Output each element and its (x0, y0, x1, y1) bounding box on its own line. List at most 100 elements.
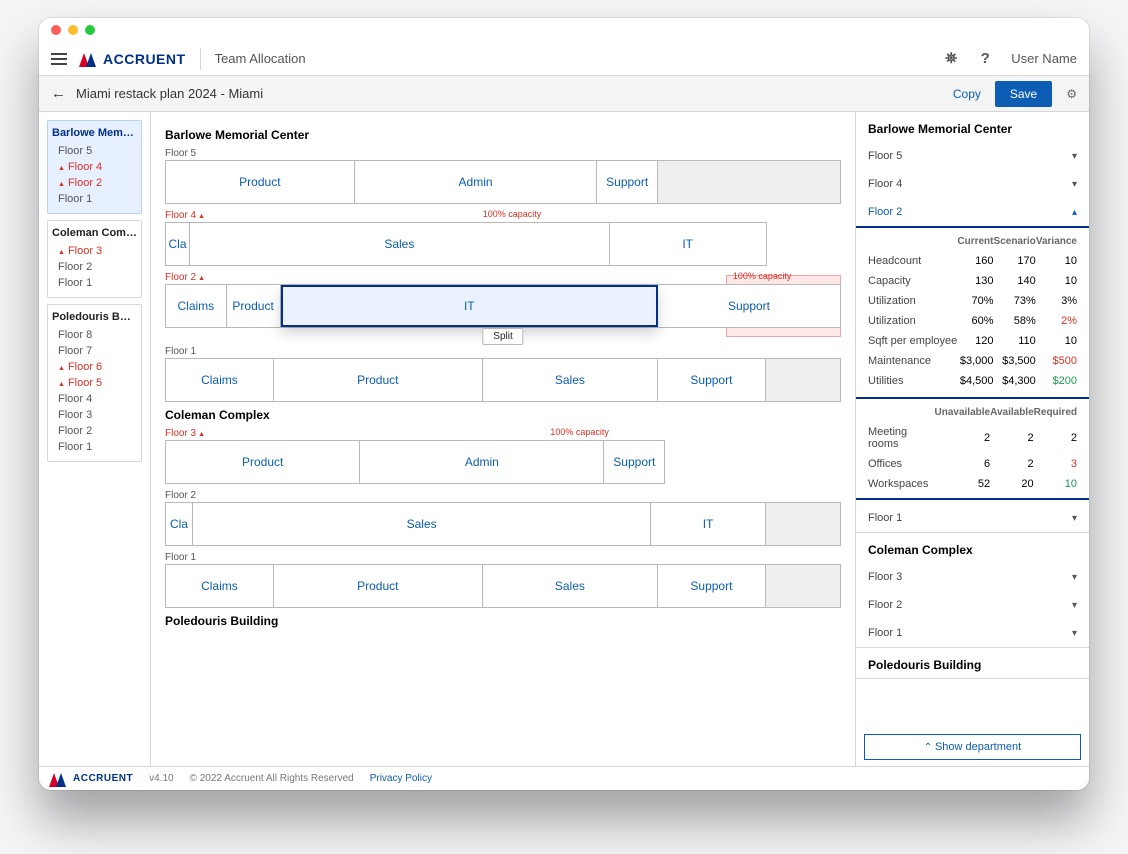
brand-text: ACCRUENT (103, 51, 186, 67)
footer-copyright: © 2022 Accruent All Rights Reserved (190, 773, 354, 784)
department-slot[interactable]: IT (281, 285, 658, 327)
panel-building-title: Barlowe Memorial Center (856, 112, 1089, 142)
department-slot[interactable]: Product (166, 441, 360, 483)
sidenav-floor[interactable]: Floor 5 (52, 143, 137, 159)
sidenav-floor[interactable]: Floor 1 (52, 275, 137, 291)
sidenav-floor[interactable]: Floor 8 (52, 327, 137, 343)
copy-button[interactable]: Copy (953, 87, 981, 101)
sidenav-floor[interactable]: Floor 2 (52, 259, 137, 275)
sidenav-floor[interactable]: Floor 2 (52, 423, 137, 439)
panel-floor-row[interactable]: Floor 5 (856, 142, 1089, 170)
department-slot[interactable]: Product (274, 565, 483, 607)
department-slot[interactable]: Claims (166, 285, 227, 327)
sidenav-floor[interactable]: Floor 4 (52, 391, 137, 407)
department-slot[interactable]: Admin (355, 161, 598, 203)
department-slot[interactable]: Support (658, 359, 766, 401)
brand-mark-icon (51, 771, 67, 787)
floor-label: Floor 3 (165, 428, 841, 439)
floor-row: ProductAdminSupport (165, 160, 841, 204)
panel-floor-row[interactable]: Floor 2 (856, 198, 1089, 228)
sidenav-floor[interactable]: Floor 5 (52, 375, 137, 391)
sidenav-floor[interactable]: Floor 3 (52, 407, 137, 423)
department-slot[interactable]: Admin (360, 441, 604, 483)
empty-slot (658, 161, 840, 203)
menu-icon[interactable] (51, 53, 67, 65)
floor-row: ClaSalesIT (165, 222, 767, 266)
department-slot[interactable]: IT (651, 503, 766, 545)
department-slot[interactable]: Support (658, 565, 766, 607)
department-slot[interactable]: Sales (190, 223, 610, 265)
split-button[interactable]: Split (482, 328, 523, 345)
department-slot[interactable]: Product (274, 359, 483, 401)
sidenav-floor[interactable]: Floor 4 (52, 159, 137, 175)
panel-building-title: Coleman Complex (856, 533, 1089, 563)
department-slot[interactable]: Support (604, 441, 664, 483)
department-slot[interactable]: Claims (166, 565, 274, 607)
user-name[interactable]: User Name (1011, 51, 1077, 66)
mac-min-icon[interactable] (68, 25, 78, 35)
sidenav-floor[interactable]: Floor 1 (52, 439, 137, 455)
module-title: Team Allocation (215, 51, 306, 66)
panel-floor-row[interactable]: Floor 1 (856, 504, 1089, 532)
sidenav-building[interactable]: Poledouris Building Floor 8Floor 7Floor 6… (47, 304, 142, 462)
department-slot[interactable]: Product (166, 161, 355, 203)
building-title: Poledouris Building (165, 614, 841, 628)
department-slot[interactable]: Sales (483, 359, 658, 401)
department-slot[interactable]: Product (227, 285, 281, 327)
breadcrumb: Miami restack plan 2024 - Miami (76, 86, 263, 101)
help-icon[interactable]: ? (977, 51, 993, 67)
sidenav-building[interactable]: Barlowe Memorial ...Floor 5Floor 4Floor … (47, 120, 142, 214)
sidenav-floor[interactable]: Floor 7 (52, 343, 137, 359)
mac-max-icon[interactable] (85, 25, 95, 35)
footer-logo: ACCRUENT (51, 771, 133, 787)
department-slot[interactable]: IT (610, 223, 766, 265)
empty-slot (766, 503, 840, 545)
department-slot[interactable]: Claims (166, 359, 274, 401)
sidenav-building-title: Coleman Complex (52, 227, 137, 239)
floor-row: ClaimsProductSalesSupport (165, 564, 841, 608)
sidenav-building-title: Barlowe Memorial ... (52, 127, 137, 139)
sidenav-floor[interactable]: Floor 3 (52, 243, 137, 259)
beacon-icon[interactable]: ⛯ (943, 51, 959, 67)
gear-icon[interactable]: ⚙ (1066, 87, 1077, 101)
panel-floor-row[interactable]: Floor 1 (856, 619, 1089, 647)
capacity-marker: 100% capacity (483, 209, 542, 219)
sidenav-floor[interactable]: Floor 2 (52, 175, 137, 191)
empty-slot (766, 565, 840, 607)
floor-row: ProductAdminSupport (165, 440, 665, 484)
panel-building-title: Poledouris Building (856, 648, 1089, 678)
brand-mark-icon (81, 51, 97, 67)
empty-slot (766, 359, 840, 401)
save-button[interactable]: Save (995, 81, 1052, 107)
panel-floor-row[interactable]: Floor 2 (856, 591, 1089, 619)
department-slot[interactable]: Cla (166, 223, 190, 265)
divider (200, 48, 201, 70)
sidenav-building[interactable]: Coleman Complex Floor 3Floor 2Floor 1 (47, 220, 142, 298)
brand-logo: ACCRUENT (81, 51, 186, 67)
building-title: Coleman Complex (165, 408, 841, 422)
sidenav-floor[interactable]: Floor 6 (52, 359, 137, 375)
mac-close-icon[interactable] (51, 25, 61, 35)
floor-label: Floor 5 (165, 148, 841, 159)
privacy-link[interactable]: Privacy Policy (370, 773, 432, 784)
footer-version: v4.10 (149, 773, 173, 784)
capacity-marker: 100% capacity (550, 427, 609, 437)
department-slot[interactable]: Sales (483, 565, 658, 607)
back-icon[interactable]: ← (51, 85, 66, 102)
right-panel: Barlowe Memorial CenterFloor 5Floor 4Flo… (855, 112, 1089, 766)
department-slot[interactable]: Cla (166, 503, 193, 545)
sidenav-floor[interactable]: Floor 1 (52, 191, 137, 207)
floor-row: ClaimsProductITSupport (165, 284, 841, 328)
building-title: Barlowe Memorial Center (165, 128, 841, 142)
floor-row: ClaimsProductSalesSupport (165, 358, 841, 402)
department-slot[interactable]: Sales (193, 503, 651, 545)
canvas: Barlowe Memorial CenterFloor 5ProductAdm… (151, 112, 855, 766)
sidenav-building-title: Poledouris Building (52, 311, 137, 323)
department-slot[interactable]: Support (597, 161, 658, 203)
panel-floor-row[interactable]: Floor 3 (856, 563, 1089, 591)
floor-label: Floor 2 (165, 490, 841, 501)
floor-label: Floor 1 (165, 346, 841, 357)
department-slot[interactable]: Support (658, 285, 840, 327)
panel-floor-row[interactable]: Floor 4 (856, 170, 1089, 198)
show-department-button[interactable]: Show department (864, 734, 1081, 760)
